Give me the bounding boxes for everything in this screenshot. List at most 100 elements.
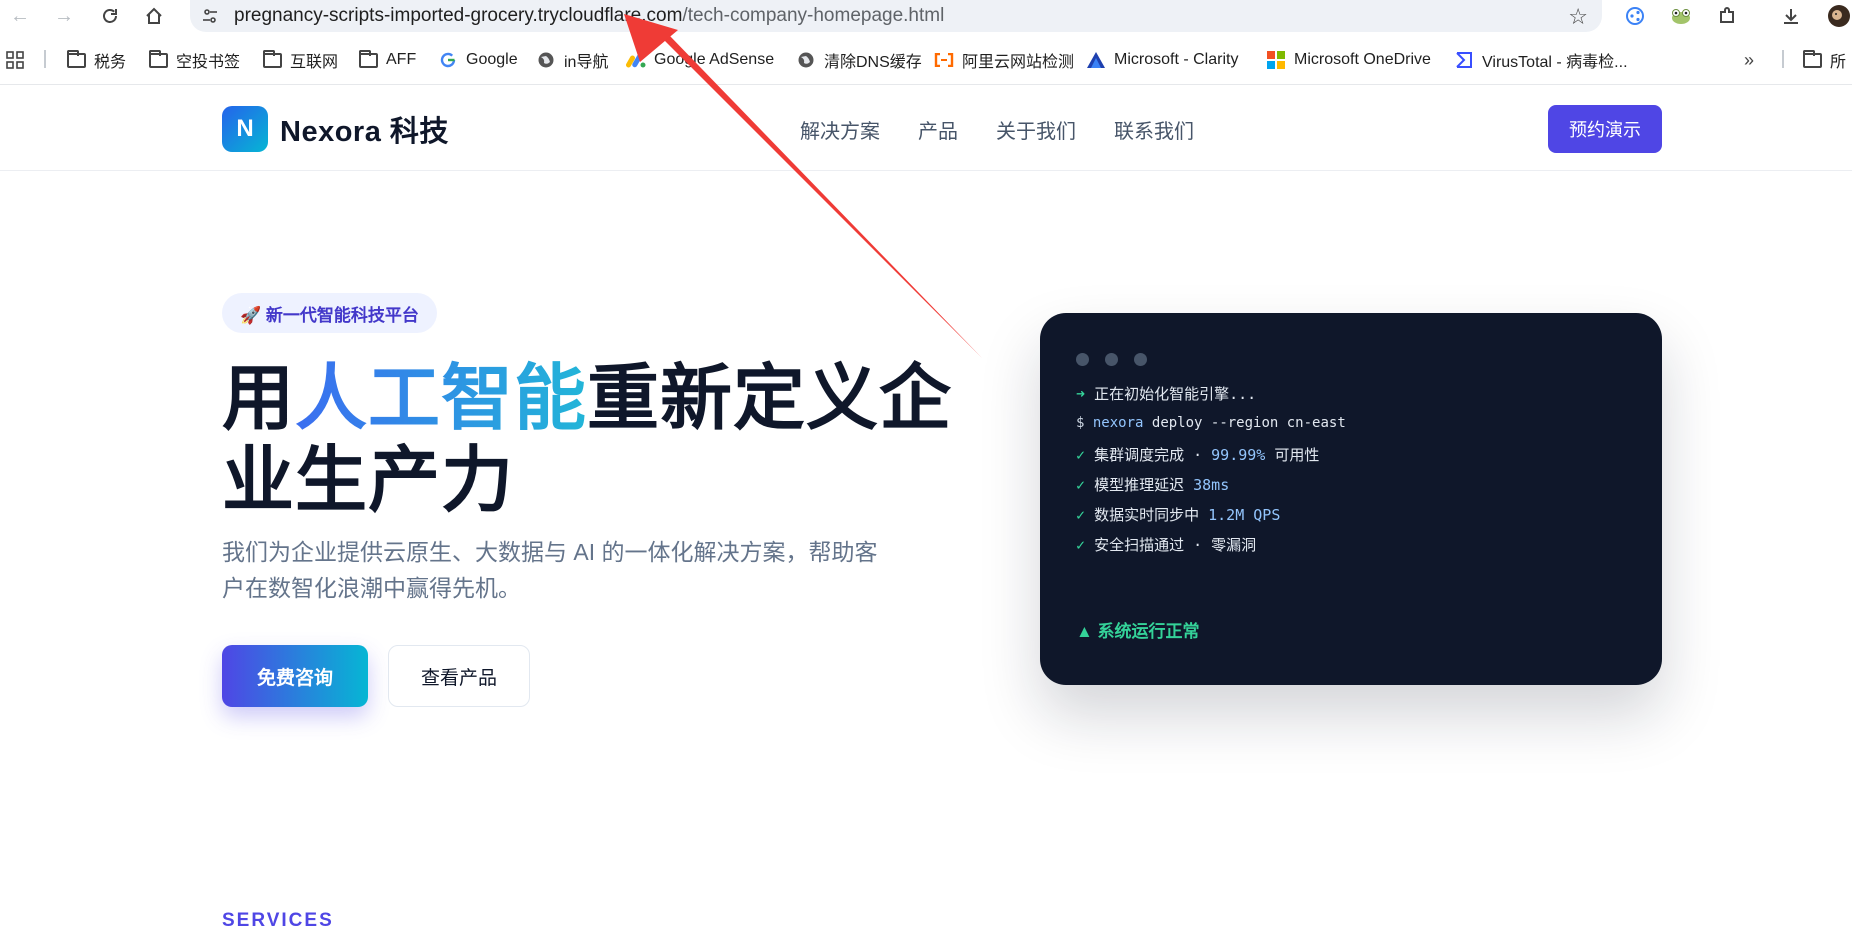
- window-dot: [1076, 353, 1089, 366]
- services-section-label: SERVICES: [222, 910, 334, 931]
- url-host: pregnancy-scripts-imported-grocery.trycl…: [234, 5, 683, 26]
- bookmark-item[interactable]: VirusTotal - 病毒检...: [1454, 43, 1628, 77]
- check-icon: ✓: [1076, 536, 1086, 554]
- url-text[interactable]: pregnancy-scripts-imported-grocery.trycl…: [234, 5, 944, 27]
- bookmark-label: 互联网: [290, 54, 339, 71]
- other-bookmarks-folder[interactable]: 所: [1802, 43, 1846, 77]
- bookmark-label: in导航: [564, 54, 609, 71]
- bookmark-star-icon[interactable]: ☆: [1568, 4, 1588, 30]
- address-bar[interactable]: pregnancy-scripts-imported-grocery.trycl…: [190, 0, 1602, 32]
- terminal-line-latency: ✓ 模型推理延迟 38ms: [1076, 474, 1229, 495]
- bookmarks-separator: [44, 50, 46, 68]
- hero-subtitle: 我们为企业提供云原生、大数据与 AI 的一体化解决方案，帮助客户在数智化浪潮中赢…: [222, 539, 878, 601]
- bookmark-item[interactable]: 空投书签: [148, 43, 240, 77]
- globe-icon: [536, 51, 556, 69]
- terminal-value: 1.2M QPS: [1208, 506, 1281, 524]
- bookmarks-separator: [1782, 50, 1784, 68]
- browser-toolbar: ← → pregnancy-scripts-imported-grocery.t…: [0, 0, 1852, 32]
- check-icon: ✓: [1076, 476, 1086, 494]
- bookmark-item[interactable]: in导航: [536, 43, 608, 77]
- hero-title-highlight: 人工智能: [295, 359, 588, 439]
- bookmark-label: Google AdSense: [654, 51, 775, 68]
- bookmark-label: 所: [1830, 54, 1847, 71]
- free-consult-button[interactable]: 免费咨询: [222, 645, 368, 707]
- terminal-line-command: $ nexora deploy --region cn-east: [1076, 415, 1346, 431]
- bookmark-item[interactable]: 清除DNS缓存: [796, 43, 922, 77]
- nav-link-solutions[interactable]: 解决方案: [800, 115, 880, 144]
- home-icon[interactable]: [140, 2, 168, 30]
- bookmark-label: Google: [466, 51, 518, 68]
- check-icon: ✓: [1076, 506, 1086, 524]
- bookmark-label: Microsoft - Clarity: [1114, 51, 1239, 68]
- bookmark-item[interactable]: 互联网: [262, 43, 338, 77]
- extensions-puzzle-icon[interactable]: [1714, 3, 1740, 29]
- bookmark-label: 税务: [94, 54, 127, 71]
- bookmark-label: 空投书签: [176, 54, 241, 71]
- terminal-text: 模型推理延迟: [1094, 476, 1194, 494]
- adsense-icon: [626, 51, 646, 69]
- bookmark-label: Microsoft OneDrive: [1294, 51, 1431, 68]
- clarity-icon: [1086, 51, 1106, 69]
- bookmark-item[interactable]: 阿里云网站检测: [934, 43, 1074, 77]
- globe-icon: [796, 51, 816, 69]
- bookmark-label: AFF: [386, 51, 417, 68]
- terminal-text: 正在初始化智能引擎...: [1094, 385, 1257, 403]
- site-settings-icon[interactable]: [200, 6, 220, 26]
- logo-mark-icon: N: [222, 106, 268, 152]
- book-demo-button[interactable]: 预约演示: [1548, 105, 1662, 153]
- bookmark-label: 阿里云网站检测: [962, 54, 1075, 71]
- terminal-text: 可用性: [1265, 446, 1320, 464]
- terminal-card: ➜ 正在初始化智能引擎... $ nexora deploy --region …: [1040, 313, 1662, 685]
- profile-avatar-icon[interactable]: [1826, 3, 1852, 29]
- brand-logo[interactable]: N Nexora 科技: [222, 106, 449, 152]
- folder-icon: [358, 49, 378, 69]
- terminal-line-sync: ✓ 数据实时同步中 1.2M QPS: [1076, 504, 1280, 525]
- terminal-text: 集群调度完成 ·: [1094, 446, 1212, 464]
- share-extension-icon[interactable]: [1622, 3, 1648, 29]
- apps-grid-icon[interactable]: [6, 43, 24, 77]
- system-status: ▲ 系统运行正常: [1076, 622, 1200, 641]
- more-bookmarks-chevron-icon[interactable]: »: [1744, 43, 1754, 77]
- site-header: N Nexora 科技 解决方案 产品 关于我们 联系我们 预约演示: [0, 85, 1852, 171]
- microsoft-icon: [1266, 51, 1286, 69]
- folder-icon: [1802, 49, 1822, 69]
- terminal-text: 数据实时同步中: [1094, 506, 1209, 524]
- terminal-line-security: ✓ 安全扫描通过 · 零漏洞: [1076, 534, 1256, 555]
- folder-icon: [66, 49, 86, 69]
- url-path: /tech-company-homepage.html: [682, 5, 945, 26]
- download-icon[interactable]: [1778, 3, 1804, 29]
- reload-icon[interactable]: [96, 2, 124, 30]
- terminal-line-init: ➜ 正在初始化智能引擎...: [1076, 383, 1256, 404]
- terminal-value: 38ms: [1193, 476, 1230, 494]
- hero-title: 用人工智能重新定义企业生产力: [222, 358, 962, 522]
- bookmark-item[interactable]: 税务: [66, 43, 126, 77]
- folder-icon: [262, 49, 282, 69]
- frog-extension-icon[interactable]: [1668, 3, 1694, 29]
- back-arrow-icon[interactable]: ←: [6, 2, 34, 30]
- terminal-text: 安全扫描通过 · 零漏洞: [1094, 536, 1257, 554]
- nav-link-about[interactable]: 关于我们: [996, 115, 1076, 144]
- bookmark-item[interactable]: Microsoft OneDrive: [1266, 43, 1431, 77]
- google-icon: [438, 51, 458, 69]
- terminal-line-cluster: ✓ 集群调度完成 · 99.99% 可用性: [1076, 444, 1319, 465]
- aliyun-icon: [934, 51, 954, 69]
- check-icon: ✓: [1076, 446, 1086, 464]
- forward-arrow-icon[interactable]: →: [50, 2, 78, 30]
- main-nav: 解决方案 产品 关于我们 联系我们: [800, 115, 1194, 144]
- bookmark-label: VirusTotal - 病毒检...: [1482, 54, 1628, 71]
- bookmark-label: 清除DNS缓存: [824, 54, 922, 71]
- bookmark-item[interactable]: Microsoft - Clarity: [1086, 43, 1238, 77]
- nav-link-contact[interactable]: 联系我们: [1114, 115, 1194, 144]
- hero-title-start: 用: [222, 359, 296, 439]
- bookmark-item[interactable]: AFF: [358, 43, 416, 77]
- folder-icon: [148, 49, 168, 69]
- bookmark-item[interactable]: Google: [438, 43, 518, 77]
- view-products-button[interactable]: 查看产品: [388, 645, 530, 707]
- window-dot: [1105, 353, 1118, 366]
- command-args: deploy --region cn-east: [1151, 415, 1346, 431]
- bookmark-item[interactable]: Google AdSense: [626, 43, 774, 77]
- shell-prompt: $: [1076, 415, 1085, 431]
- window-dot: [1134, 353, 1147, 366]
- command-name: nexora: [1092, 415, 1144, 431]
- nav-link-products[interactable]: 产品: [918, 115, 958, 144]
